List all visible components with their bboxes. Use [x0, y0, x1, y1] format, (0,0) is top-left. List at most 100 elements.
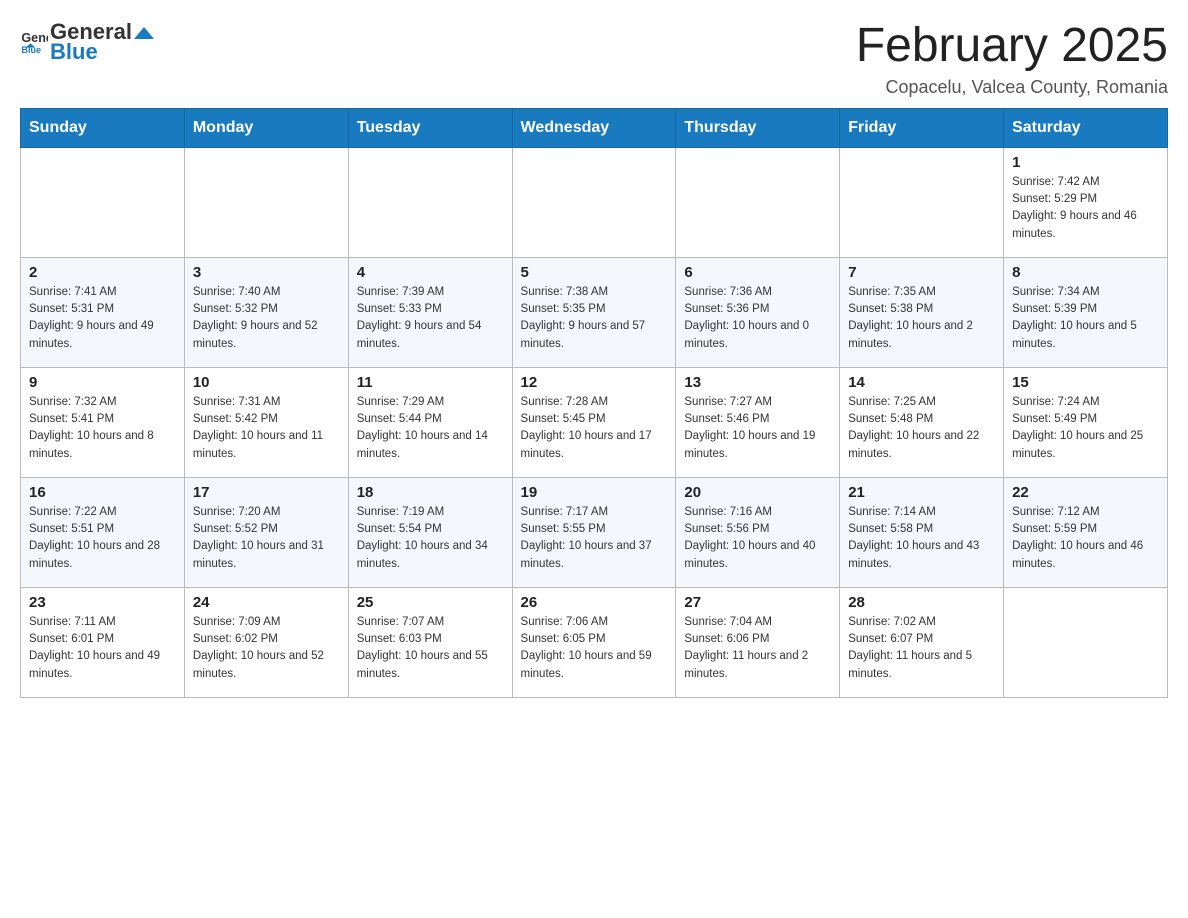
calendar-week-5: 23Sunrise: 7:11 AM Sunset: 6:01 PM Dayli… — [21, 587, 1168, 697]
day-info: Sunrise: 7:27 AM Sunset: 5:46 PM Dayligh… — [684, 394, 831, 463]
calendar-header-row: Sunday Monday Tuesday Wednesday Thursday… — [21, 108, 1168, 147]
col-tuesday: Tuesday — [348, 108, 512, 147]
day-number: 26 — [521, 594, 668, 611]
day-number: 25 — [357, 594, 504, 611]
calendar-cell: 26 Sunrise: 7:06 AM Sunset: 6:05 PM Dayli… — [512, 587, 676, 697]
day-info: Sunrise: 7:34 AM Sunset: 5:39 PM Dayligh… — [1012, 284, 1159, 353]
day-info: Sunrise: 7:41 AM Sunset: 5:31 PM Dayligh… — [29, 284, 176, 353]
day-number: 10 — [193, 374, 340, 391]
col-wednesday: Wednesday — [512, 108, 676, 147]
day-number: 9 — [29, 374, 176, 391]
day-info: Sunrise: 7:16 AM Sunset: 5:56 PM Dayligh… — [684, 504, 831, 573]
day-info: Sunrise: 7:19 AM Sunset: 5:54 PM Dayligh… — [357, 504, 504, 573]
calendar-cell — [348, 147, 512, 257]
day-number: 13 — [684, 374, 831, 391]
day-info: Sunrise: 7:25 AM Sunset: 5:48 PM Dayligh… — [848, 394, 995, 463]
calendar-cell: 20 Sunrise: 7:16 AM Sunset: 5:56 PM Dayli… — [676, 477, 840, 587]
calendar-cell: 8Sunrise: 7:34 AM Sunset: 5:39 PM Daylig… — [1004, 257, 1168, 367]
calendar-cell — [1004, 587, 1168, 697]
day-info: Sunrise: 7:14 AM Sunset: 5:58 PM Dayligh… — [848, 504, 995, 573]
day-info: Sunrise: 7:06 AM Sunset: 6:05 PM Dayligh… — [521, 614, 668, 683]
col-sunday: Sunday — [21, 108, 185, 147]
day-info: Sunrise: 7:40 AM Sunset: 5:32 PM Dayligh… — [193, 284, 340, 353]
calendar-cell: 9 Sunrise: 7:32 AM Sunset: 5:41 PM Daylig… — [21, 367, 185, 477]
calendar-cell: 14 Sunrise: 7:25 AM Sunset: 5:48 PM Dayli… — [840, 367, 1004, 477]
calendar-cell: 11 Sunrise: 7:29 AM Sunset: 5:44 PM Dayli… — [348, 367, 512, 477]
day-number: 11 — [357, 374, 504, 391]
day-info: Sunrise: 7:02 AM Sunset: 6:07 PM Dayligh… — [848, 614, 995, 683]
calendar-cell: 16 Sunrise: 7:22 AM Sunset: 5:51 PM Dayli… — [21, 477, 185, 587]
calendar-cell: 15 Sunrise: 7:24 AM Sunset: 5:49 PM Dayli… — [1004, 367, 1168, 477]
day-info: Sunrise: 7:31 AM Sunset: 5:42 PM Dayligh… — [193, 394, 340, 463]
day-number: 14 — [848, 374, 995, 391]
day-info: Sunrise: 7:20 AM Sunset: 5:52 PM Dayligh… — [193, 504, 340, 573]
day-number: 4 — [357, 264, 504, 281]
location: Copacelu, Valcea County, Romania — [856, 77, 1168, 98]
day-number: 27 — [684, 594, 831, 611]
calendar-week-1: 1 Sunrise: 7:42 AM Sunset: 5:29 PM Daylig… — [21, 147, 1168, 257]
col-monday: Monday — [184, 108, 348, 147]
calendar-week-2: 2 Sunrise: 7:41 AM Sunset: 5:31 PM Daylig… — [21, 257, 1168, 367]
calendar-cell: 2 Sunrise: 7:41 AM Sunset: 5:31 PM Daylig… — [21, 257, 185, 367]
calendar-cell — [840, 147, 1004, 257]
day-number: 20 — [684, 484, 831, 501]
calendar-cell: 21 Sunrise: 7:14 AM Sunset: 5:58 PM Dayli… — [840, 477, 1004, 587]
day-number: 18 — [357, 484, 504, 501]
day-number: 21 — [848, 484, 995, 501]
calendar-cell: 12 Sunrise: 7:28 AM Sunset: 5:45 PM Dayli… — [512, 367, 676, 477]
day-info: Sunrise: 7:12 AM Sunset: 5:59 PM Dayligh… — [1012, 504, 1159, 573]
day-info: Sunrise: 7:29 AM Sunset: 5:44 PM Dayligh… — [357, 394, 504, 463]
calendar-cell: 3 Sunrise: 7:40 AM Sunset: 5:32 PM Daylig… — [184, 257, 348, 367]
day-info: Sunrise: 7:42 AM Sunset: 5:29 PM Dayligh… — [1012, 174, 1159, 243]
day-number: 22 — [1012, 484, 1159, 501]
month-title: February 2025 — [856, 20, 1168, 73]
title-block: February 2025 Copacelu, Valcea County, R… — [856, 20, 1168, 98]
logo-blue-text: Blue — [50, 40, 154, 64]
day-number: 2 — [29, 264, 176, 281]
calendar-cell: 7Sunrise: 7:35 AM Sunset: 5:38 PM Daylig… — [840, 257, 1004, 367]
svg-text:Blue: Blue — [21, 45, 41, 55]
calendar-cell: 23Sunrise: 7:11 AM Sunset: 6:01 PM Dayli… — [21, 587, 185, 697]
day-number: 16 — [29, 484, 176, 501]
day-number: 15 — [1012, 374, 1159, 391]
calendar-cell: 5Sunrise: 7:38 AM Sunset: 5:35 PM Daylig… — [512, 257, 676, 367]
calendar-cell: 24Sunrise: 7:09 AM Sunset: 6:02 PM Dayli… — [184, 587, 348, 697]
day-info: Sunrise: 7:35 AM Sunset: 5:38 PM Dayligh… — [848, 284, 995, 353]
calendar-cell: 28 Sunrise: 7:02 AM Sunset: 6:07 PM Dayli… — [840, 587, 1004, 697]
calendar-cell — [512, 147, 676, 257]
page-header: General Blue General Blue February 2025 … — [20, 20, 1168, 98]
calendar-cell — [676, 147, 840, 257]
calendar-cell: 10 Sunrise: 7:31 AM Sunset: 5:42 PM Dayli… — [184, 367, 348, 477]
calendar-cell: 27 Sunrise: 7:04 AM Sunset: 6:06 PM Dayli… — [676, 587, 840, 697]
svg-text:General: General — [21, 31, 48, 45]
day-number: 19 — [521, 484, 668, 501]
calendar-table: Sunday Monday Tuesday Wednesday Thursday… — [20, 108, 1168, 698]
day-info: Sunrise: 7:28 AM Sunset: 5:45 PM Dayligh… — [521, 394, 668, 463]
day-number: 12 — [521, 374, 668, 391]
day-number: 3 — [193, 264, 340, 281]
calendar-cell: 17Sunrise: 7:20 AM Sunset: 5:52 PM Dayli… — [184, 477, 348, 587]
day-number: 28 — [848, 594, 995, 611]
day-info: Sunrise: 7:22 AM Sunset: 5:51 PM Dayligh… — [29, 504, 176, 573]
day-info: Sunrise: 7:07 AM Sunset: 6:03 PM Dayligh… — [357, 614, 504, 683]
col-friday: Friday — [840, 108, 1004, 147]
calendar-cell: 13 Sunrise: 7:27 AM Sunset: 5:46 PM Dayli… — [676, 367, 840, 477]
logo: General Blue General Blue — [20, 20, 154, 64]
day-info: Sunrise: 7:39 AM Sunset: 5:33 PM Dayligh… — [357, 284, 504, 353]
calendar-cell: 22 Sunrise: 7:12 AM Sunset: 5:59 PM Dayli… — [1004, 477, 1168, 587]
logo-icon: General Blue — [20, 28, 48, 56]
day-number: 5 — [521, 264, 668, 281]
calendar-cell: 1 Sunrise: 7:42 AM Sunset: 5:29 PM Daylig… — [1004, 147, 1168, 257]
calendar-cell — [21, 147, 185, 257]
day-number: 1 — [1012, 154, 1159, 171]
day-info: Sunrise: 7:11 AM Sunset: 6:01 PM Dayligh… — [29, 614, 176, 683]
day-info: Sunrise: 7:04 AM Sunset: 6:06 PM Dayligh… — [684, 614, 831, 683]
day-info: Sunrise: 7:24 AM Sunset: 5:49 PM Dayligh… — [1012, 394, 1159, 463]
calendar-cell: 19 Sunrise: 7:17 AM Sunset: 5:55 PM Dayli… — [512, 477, 676, 587]
day-number: 6 — [684, 264, 831, 281]
day-info: Sunrise: 7:32 AM Sunset: 5:41 PM Dayligh… — [29, 394, 176, 463]
day-info: Sunrise: 7:36 AM Sunset: 5:36 PM Dayligh… — [684, 284, 831, 353]
day-info: Sunrise: 7:17 AM Sunset: 5:55 PM Dayligh… — [521, 504, 668, 573]
col-saturday: Saturday — [1004, 108, 1168, 147]
calendar-cell: 25 Sunrise: 7:07 AM Sunset: 6:03 PM Dayli… — [348, 587, 512, 697]
